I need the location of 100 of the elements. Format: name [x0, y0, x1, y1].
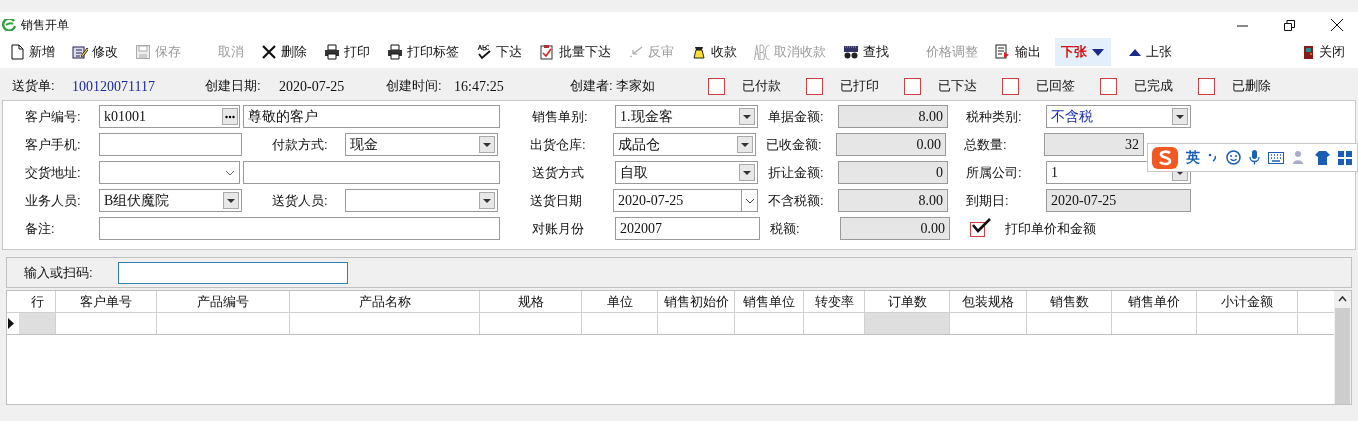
column-header[interactable]: 包装规格 — [950, 291, 1027, 312]
checkbox[interactable] — [904, 77, 921, 95]
dropdown[interactable]: B组伏魔院 — [99, 189, 242, 212]
column-header[interactable]: 单位 — [582, 291, 658, 312]
toolbar-button[interactable]: 修改 — [69, 38, 121, 66]
printer-icon — [387, 44, 403, 60]
grid-icon[interactable] — [1338, 150, 1352, 165]
toolbar-button[interactable]: 下张 — [1055, 38, 1111, 66]
close-icon[interactable] — [1331, 19, 1343, 31]
toolbar-button[interactable]: 输出 — [992, 38, 1044, 66]
column-header[interactable]: 销售单位 — [735, 291, 804, 312]
field-label: 客户手机: — [24, 136, 82, 154]
readonly-field: 0.00 — [840, 217, 950, 240]
column-header[interactable]: 销售初始价 — [658, 291, 735, 312]
column-header[interactable]: 行 — [19, 291, 56, 312]
checkbox[interactable] — [1100, 77, 1117, 95]
column-header[interactable]: 小计金额 — [1197, 291, 1298, 312]
dropdown[interactable]: 自取 — [615, 161, 758, 184]
keyboard-icon[interactable] — [1268, 151, 1284, 164]
microphone-icon[interactable] — [1249, 150, 1260, 165]
field-label: 对账月份 — [532, 220, 585, 238]
combo-box[interactable] — [99, 161, 240, 184]
s-logo-icon — [1152, 146, 1178, 169]
input-field[interactable]: k01001 — [99, 105, 240, 128]
export-icon — [995, 44, 1011, 60]
column-header[interactable]: 销售单价 — [1112, 291, 1197, 312]
field-label: 总数量: — [964, 136, 1008, 154]
column-header[interactable]: 产品编号 — [157, 291, 290, 312]
shirt-icon[interactable] — [1315, 150, 1330, 165]
field-label: 销售单别: — [532, 108, 589, 126]
field-label: 付款方式: — [271, 136, 329, 154]
readonly-field: 8.00 — [838, 105, 948, 128]
punctuation-icon[interactable] — [1208, 151, 1218, 164]
checkbox-label: 已删除 — [1232, 77, 1272, 96]
input-field[interactable]: 尊敬的客户 — [243, 105, 500, 128]
dropdown[interactable]: 成品仓 — [613, 133, 756, 156]
checkbox[interactable] — [970, 218, 991, 237]
toolbar-button[interactable]: 收款 — [688, 38, 740, 66]
clipboard-check-icon — [539, 44, 555, 60]
restore-icon[interactable] — [1284, 19, 1295, 31]
date-picker[interactable]: 2020-07-25 — [613, 189, 758, 212]
column-header[interactable]: 客户单号 — [56, 291, 157, 312]
toolbar-button[interactable]: 关闭 — [1298, 38, 1348, 66]
scan-input-field[interactable] — [118, 261, 348, 284]
table-cell[interactable] — [19, 313, 56, 334]
toolbar-button[interactable]: 打印标签 — [384, 38, 462, 66]
label: 创建日期: — [205, 77, 262, 96]
toolbar-button[interactable]: 查找 — [840, 38, 892, 66]
checkbox-label: 已打印 — [840, 77, 880, 96]
dropdown[interactable]: 不含税 — [1046, 105, 1191, 128]
field-label: 单据金额: — [768, 108, 825, 126]
column-header[interactable]: 规格 — [480, 291, 582, 312]
toolbar-button[interactable]: 删除 — [258, 38, 310, 66]
field-label: 到期日: — [966, 192, 1010, 210]
checkbox-label: 已回签 — [1036, 77, 1076, 96]
binoculars-icon — [843, 44, 859, 60]
edit-icon — [72, 44, 88, 60]
dropdown[interactable]: 1.现金客 — [615, 105, 758, 128]
column-header[interactable]: 销售数 — [1027, 291, 1112, 312]
input-field[interactable] — [243, 161, 500, 184]
checkbox[interactable] — [1002, 77, 1019, 95]
smiley-icon[interactable] — [1226, 150, 1241, 165]
checkbox[interactable] — [708, 77, 725, 95]
toolbar-button[interactable]: 上张 — [1122, 38, 1178, 66]
app-logo-icon — [2, 19, 16, 31]
money-bag-icon — [691, 44, 707, 60]
field-label: 不含税额: — [768, 192, 825, 210]
readonly-field: 32 — [1044, 133, 1144, 156]
readonly-field: 0.00 — [836, 133, 946, 156]
dropdown[interactable]: 现金 — [345, 133, 498, 156]
dropdown[interactable] — [345, 189, 498, 212]
readonly-field: 2020-07-25 — [1046, 189, 1191, 212]
input-field[interactable]: 202007 — [615, 217, 760, 240]
door-icon — [1301, 45, 1315, 59]
toolbar-button[interactable]: 批量下达 — [536, 38, 614, 66]
column-header[interactable]: 订单数 — [865, 291, 950, 312]
table-cell[interactable] — [865, 313, 950, 334]
checkbox[interactable] — [1198, 77, 1215, 95]
field-label: 折让金额: — [768, 164, 825, 182]
scrollbar[interactable] — [1334, 291, 1351, 404]
dropdown-arrow-icon — [743, 170, 751, 175]
checkbox-label: 已付款 — [742, 77, 782, 96]
dropdown-arrow-icon — [743, 114, 751, 119]
window-title: 销售开单 — [21, 17, 69, 34]
column-header[interactable]: 产品名称 — [290, 291, 480, 312]
scan-label: 输入或扫码: — [24, 263, 94, 282]
printer-icon — [324, 44, 340, 60]
readonly-field: 0 — [838, 161, 948, 184]
readonly-field: 8.00 — [838, 189, 948, 212]
toolbar-button[interactable]: 新增 — [6, 38, 58, 66]
column-header[interactable]: 转变率 — [804, 291, 865, 312]
toolbar-button[interactable]: 下达 — [473, 38, 525, 66]
input-field[interactable] — [99, 217, 500, 240]
lookup-button[interactable] — [222, 108, 238, 125]
creator-text: 创建者: 李家如 — [570, 77, 657, 96]
toolbar-button[interactable]: 打印 — [321, 38, 373, 66]
input-field[interactable] — [99, 133, 242, 156]
delete-icon — [261, 44, 277, 60]
field-label: 备注: — [24, 220, 56, 238]
checkbox[interactable] — [806, 77, 823, 95]
